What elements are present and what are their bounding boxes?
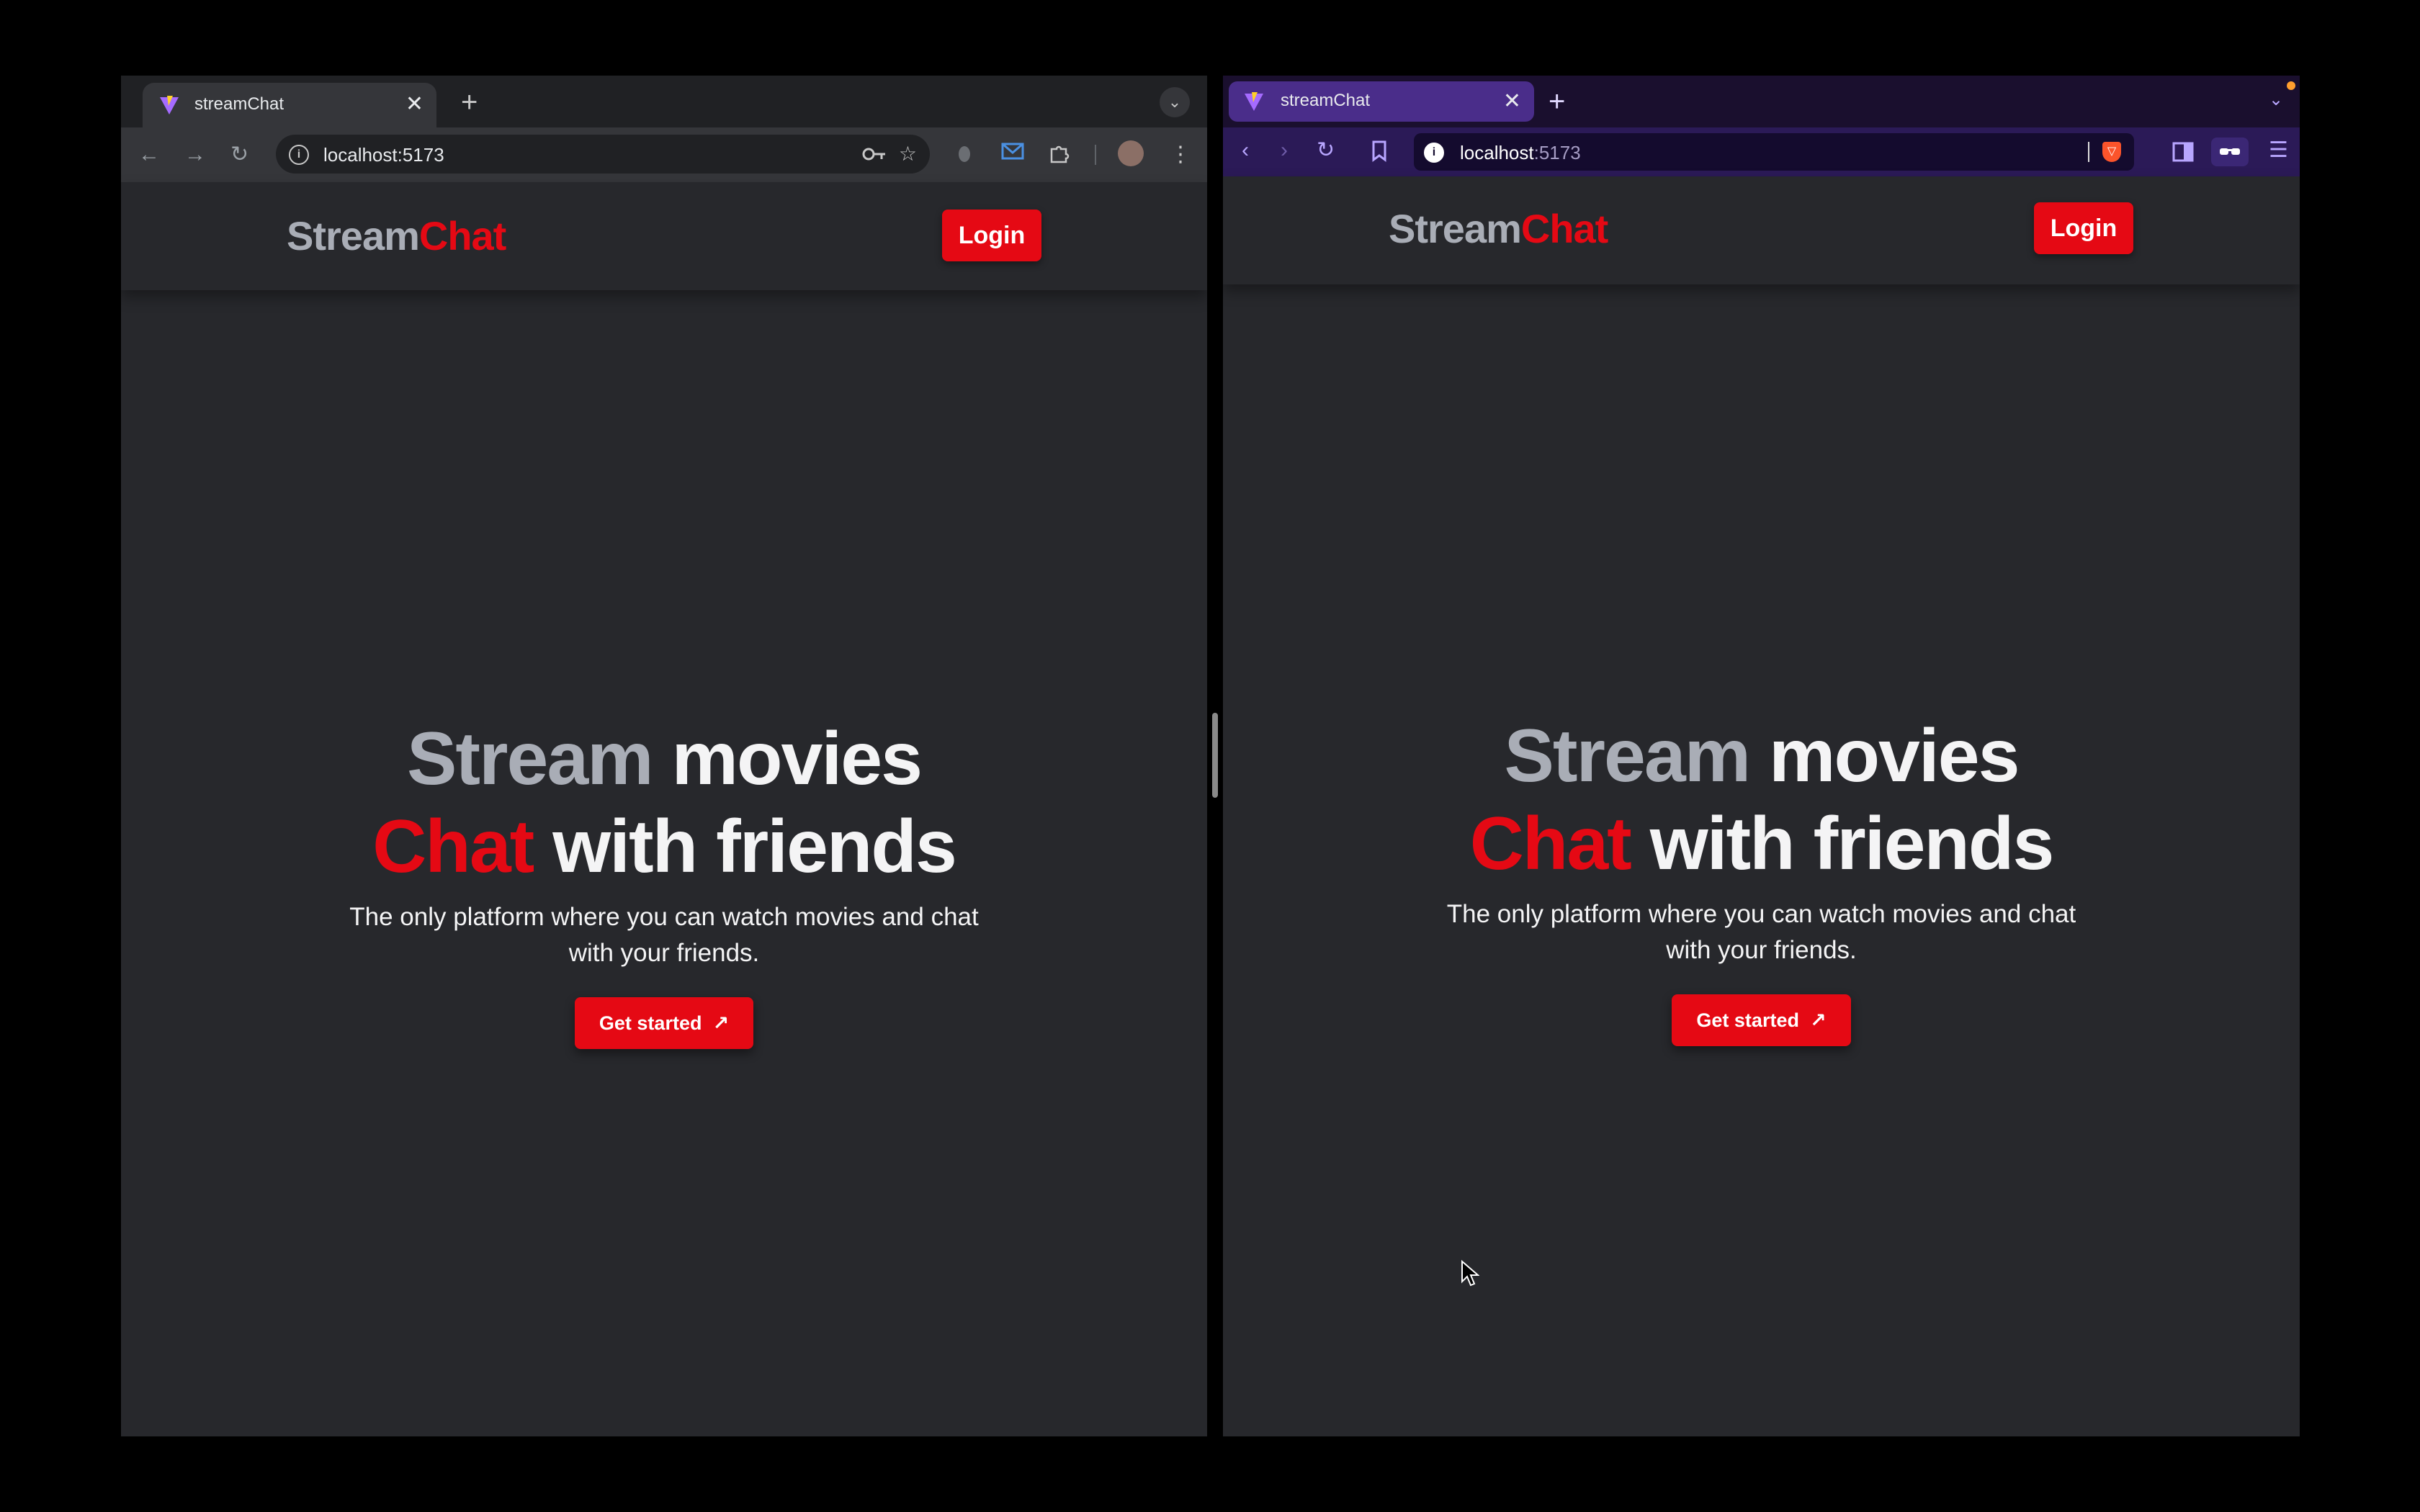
extensions-puzzle-icon[interactable] <box>1049 142 1070 163</box>
close-tab-icon[interactable]: ✕ <box>405 91 424 117</box>
site-header: StreamChat Login <box>1223 176 2300 284</box>
url-text[interactable]: localhost:5173 <box>1460 142 1581 164</box>
profile-avatar-icon[interactable] <box>1118 140 1144 166</box>
menu-dots-icon[interactable]: ⋮ <box>1170 142 1191 168</box>
sidebar-toggle-icon[interactable] <box>2172 142 2194 162</box>
toolbar: ← → ↻ i localhost:5173 ☆ ⋮ <box>121 127 1207 182</box>
new-tab-icon[interactable]: + <box>1549 87 1565 116</box>
hero-section: Stream movies Chat with friends The only… <box>1223 712 2300 1046</box>
hero-subtitle: The only platform where you can watch mo… <box>349 903 979 967</box>
address-bar[interactable]: i localhost:5173 ☆ <box>276 135 930 174</box>
address-bar-divider <box>2088 142 2089 162</box>
toolbar-divider <box>1095 145 1096 165</box>
extension-figure-icon[interactable] <box>956 142 972 163</box>
tab-streamchat[interactable]: streamChat ✕ <box>143 83 436 127</box>
arrow-up-right-icon: ↗ <box>1809 1009 1827 1031</box>
vite-favicon-icon <box>160 96 179 114</box>
bookmark-star-icon[interactable]: ☆ <box>899 142 917 166</box>
get-started-button[interactable]: Get started ↗ <box>1672 994 1851 1046</box>
site-logo[interactable]: StreamChat <box>1389 205 1608 252</box>
reload-icon[interactable]: ↻ <box>1317 138 1335 163</box>
tab-streamchat[interactable]: streamChat ✕ <box>1229 81 1534 122</box>
site-info-icon[interactable]: i <box>289 145 309 165</box>
tab-title: streamChat <box>194 94 284 114</box>
tab-strip: streamChat ✕ + ⌄ <box>121 76 1207 127</box>
brave-shields-icon[interactable]: ▽ <box>2102 142 2121 162</box>
mail-extension-icon[interactable] <box>1001 142 1024 161</box>
close-tab-icon[interactable]: ✕ <box>1503 89 1521 114</box>
reload-icon[interactable]: ↻ <box>230 142 248 168</box>
address-bar[interactable]: i localhost:5173 ▽ <box>1414 133 2134 171</box>
brave-window: streamChat ✕ + ⌄ ‹ › ↻ i localhost:5173 … <box>1223 76 2300 1436</box>
tab-strip: streamChat ✕ + ⌄ <box>1223 76 2300 127</box>
vpn-glasses-icon[interactable] <box>2211 138 2249 166</box>
site-header: StreamChat Login <box>121 182 1207 290</box>
notification-dot <box>2287 81 2295 90</box>
new-tab-icon[interactable]: + <box>461 88 478 117</box>
tab-list-chevron-icon[interactable]: ⌄ <box>2269 87 2283 113</box>
hero-title-line1: Stream movies <box>407 717 923 801</box>
chrome-window: streamChat ✕ + ⌄ ← → ↻ i localhost:5173 … <box>121 76 1207 1436</box>
hero-title-line2: Chat with friends <box>372 805 957 888</box>
bookmark-icon[interactable] <box>1371 140 1387 162</box>
forward-icon[interactable]: › <box>1281 138 1288 163</box>
back-icon[interactable]: ‹ <box>1242 138 1249 163</box>
split-view-resize-handle[interactable] <box>1212 713 1218 798</box>
tab-search-chevron-icon[interactable]: ⌄ <box>1160 87 1190 117</box>
password-key-icon[interactable] <box>862 145 887 163</box>
vite-favicon-icon <box>1245 92 1263 111</box>
hero-title-line1: Stream movies <box>1504 714 2020 798</box>
forward-icon[interactable]: → <box>184 142 206 168</box>
hero-subtitle: The only platform where you can watch mo… <box>1446 900 2076 964</box>
login-button[interactable]: Login <box>942 210 1041 261</box>
url-text[interactable]: localhost:5173 <box>323 144 444 166</box>
tab-title: streamChat <box>1281 91 1371 110</box>
web-page: StreamChat Login Stream movies Chat with… <box>1223 176 2300 1436</box>
get-started-button[interactable]: Get started ↗ <box>574 997 754 1049</box>
hero-section: Stream movies Chat with friends The only… <box>121 715 1207 1049</box>
site-info-icon[interactable]: i <box>1424 143 1444 163</box>
web-page: StreamChat Login Stream movies Chat with… <box>121 182 1207 1436</box>
arrow-up-right-icon: ↗ <box>712 1012 730 1034</box>
menu-hamburger-icon[interactable]: ☰ <box>2269 138 2288 163</box>
back-icon[interactable]: ← <box>138 142 160 168</box>
login-button[interactable]: Login <box>2034 202 2133 254</box>
toolbar: ‹ › ↻ i localhost:5173 ▽ ☰ <box>1223 127 2300 176</box>
hero-title-line2: Chat with friends <box>1469 802 2055 886</box>
site-logo[interactable]: StreamChat <box>287 212 506 259</box>
mouse-cursor-icon <box>1461 1260 1479 1287</box>
